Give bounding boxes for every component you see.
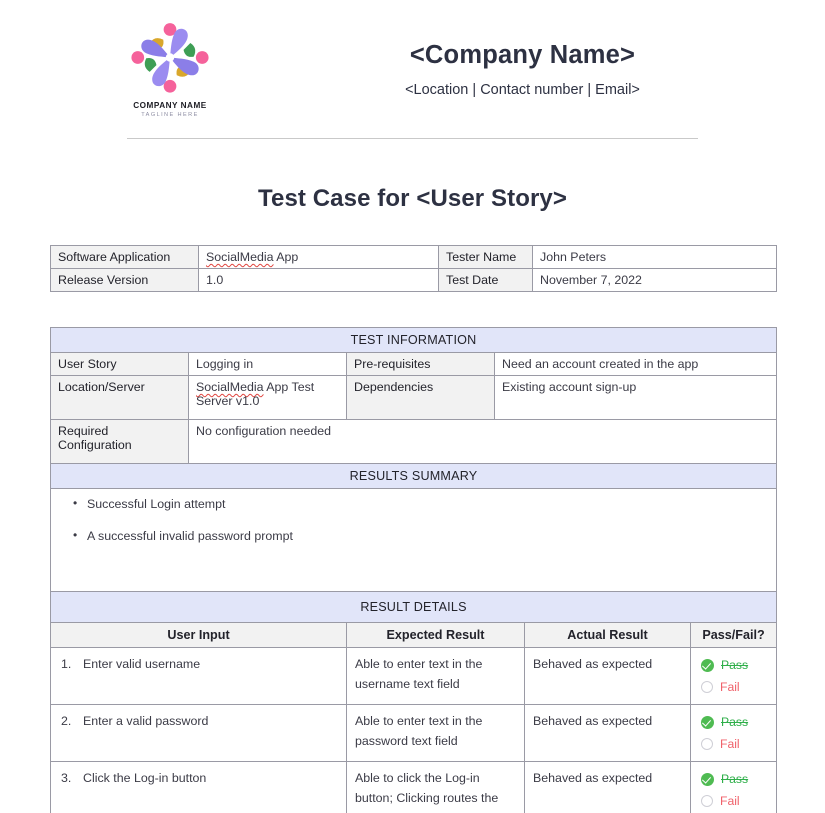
prerequisites-value: Need an account created in the app	[494, 352, 777, 376]
letterhead: COMPANY NAME TAGLINE HERE <Company Name>…	[0, 0, 825, 128]
result-row-expected: Able to click the Log-in button; Clickin…	[346, 761, 525, 813]
company-logo-block: COMPANY NAME TAGLINE HERE	[0, 21, 300, 118]
document-page: COMPANY NAME TAGLINE HERE <Company Name>…	[0, 0, 825, 813]
result-row-user-input: 1. Enter valid username	[50, 647, 347, 706]
company-name: <Company Name>	[409, 40, 636, 69]
test-date-label: Test Date	[438, 268, 533, 292]
misspelled-word: SocialMedia	[196, 380, 264, 394]
table-row: User Story Logging in Pre-requisites Nee…	[50, 352, 777, 376]
table-row: TEST INFORMATION	[50, 327, 777, 353]
result-row-actual: Behaved as expected	[524, 647, 691, 706]
check-circle-icon[interactable]	[701, 715, 714, 729]
location-server-value: SocialMedia App Test Server v1.0	[188, 375, 347, 420]
fail-label: Fail	[720, 793, 740, 808]
column-header-expected-result: Expected Result	[346, 622, 525, 649]
result-row-user-input: 2. Enter a valid password	[50, 704, 347, 763]
check-circle-icon[interactable]	[701, 658, 714, 672]
logo-company-name: COMPANY NAME	[133, 100, 207, 110]
user-story-label: User Story	[50, 352, 189, 376]
row-number: 3.	[61, 771, 72, 786]
result-row-user-input: 3. Click the Log-in button	[50, 761, 347, 813]
column-header-user-input: User Input	[50, 622, 347, 649]
table-row: Software Application SocialMedia App Tes…	[50, 245, 777, 269]
empty-circle-icon[interactable]	[701, 795, 713, 808]
result-row-actual: Behaved as expected	[524, 704, 691, 763]
test-date-value: November 7, 2022	[532, 268, 777, 292]
logo-tagline: TAGLINE HERE	[141, 111, 199, 118]
tester-name-label: Tester Name	[438, 245, 533, 269]
pass-label: Pass	[721, 771, 749, 786]
tester-name-value: John Peters	[532, 245, 777, 269]
user-input-text: Enter valid username	[83, 657, 201, 672]
software-application-label: Software Application	[50, 245, 199, 269]
test-information-table: TEST INFORMATION User Story Logging in P…	[50, 327, 777, 612]
table-row: Required Configuration No configuration …	[50, 419, 777, 464]
fail-option[interactable]: Fail	[701, 676, 776, 698]
user-input-text: Click the Log-in button	[83, 771, 207, 786]
table-row: RESULT DETAILS	[49, 590, 778, 624]
software-application-value: SocialMedia App	[198, 245, 439, 269]
location-server-label: Location/Server	[50, 375, 189, 420]
result-row-expected: Able to enter text in the username text …	[346, 647, 525, 706]
results-summary-band: RESULTS SUMMARY	[50, 463, 777, 489]
fail-option[interactable]: Fail	[701, 790, 776, 812]
application-info-table: Software Application SocialMedia App Tes…	[50, 245, 777, 292]
test-information-band: TEST INFORMATION	[50, 327, 777, 353]
table-row: RESULTS SUMMARY	[50, 463, 777, 489]
document-title: Test Case for <User Story>	[258, 185, 567, 212]
result-row-passfail: Pass Fail	[689, 761, 778, 813]
company-logo-icon	[131, 22, 209, 93]
result-row-passfail: Pass Fail	[689, 704, 778, 763]
fail-option[interactable]: Fail	[701, 733, 776, 755]
table-row: Location/Server SocialMedia App Test Ser…	[50, 375, 777, 420]
prerequisites-label: Pre-requisites	[346, 352, 495, 376]
table-row: Release Version 1.0 Test Date November 7…	[50, 268, 777, 292]
table-row: 3. Click the Log-in button Able to click …	[50, 761, 778, 813]
header-divider	[127, 138, 698, 139]
table-header-row: User Input Expected Result Actual Result…	[50, 622, 778, 649]
result-row-passfail: Pass Fail	[689, 647, 778, 706]
empty-circle-icon[interactable]	[701, 738, 713, 751]
dependencies-value: Existing account sign-up	[494, 375, 777, 420]
misspelled-word: SocialMedia	[206, 250, 274, 264]
required-configuration-value: No configuration needed	[188, 419, 777, 464]
result-row-actual: Behaved as expected	[524, 761, 691, 813]
user-input-text: Enter a valid password	[83, 714, 209, 729]
required-configuration-label: Required Configuration	[50, 419, 189, 464]
list-item: A successful invalid password prompt	[73, 528, 776, 543]
pass-option[interactable]: Pass	[701, 711, 776, 733]
result-details-band: RESULT DETAILS	[49, 590, 778, 624]
list-item: Successful Login attempt	[73, 496, 776, 511]
result-details-table: RESULT DETAILS User Input Expected Resul…	[49, 590, 778, 813]
column-header-actual-result: Actual Result	[524, 622, 691, 649]
company-contact-line: <Location | Contact number | Email>	[405, 81, 640, 98]
pass-label: Pass	[721, 657, 749, 672]
release-version-label: Release Version	[50, 268, 199, 292]
empty-circle-icon[interactable]	[701, 681, 713, 694]
pass-label: Pass	[721, 714, 749, 729]
result-row-expected: Able to enter text in the password text …	[346, 704, 525, 763]
dependencies-label: Dependencies	[346, 375, 495, 420]
row-number: 2.	[61, 714, 72, 729]
fail-label: Fail	[720, 736, 740, 751]
pass-option[interactable]: Pass	[701, 768, 776, 790]
fail-label: Fail	[720, 679, 740, 694]
expected-text-pre: Able to click the Log-in button; Clickin…	[355, 771, 499, 813]
table-row: 2. Enter a valid password Able to enter t…	[50, 704, 778, 763]
letterhead-text: <Company Name> <Location | Contact numbe…	[300, 41, 825, 98]
results-summary-list: Successful Login attempt A successful in…	[51, 496, 776, 543]
check-circle-icon[interactable]	[701, 772, 714, 786]
row-number: 1.	[61, 657, 72, 672]
column-header-pass-fail: Pass/Fail?	[689, 622, 778, 649]
release-version-value: 1.0	[198, 268, 439, 292]
user-story-value: Logging in	[188, 352, 347, 376]
table-row: 1. Enter valid username Able to enter tex…	[50, 647, 778, 706]
pass-option[interactable]: Pass	[701, 654, 776, 676]
